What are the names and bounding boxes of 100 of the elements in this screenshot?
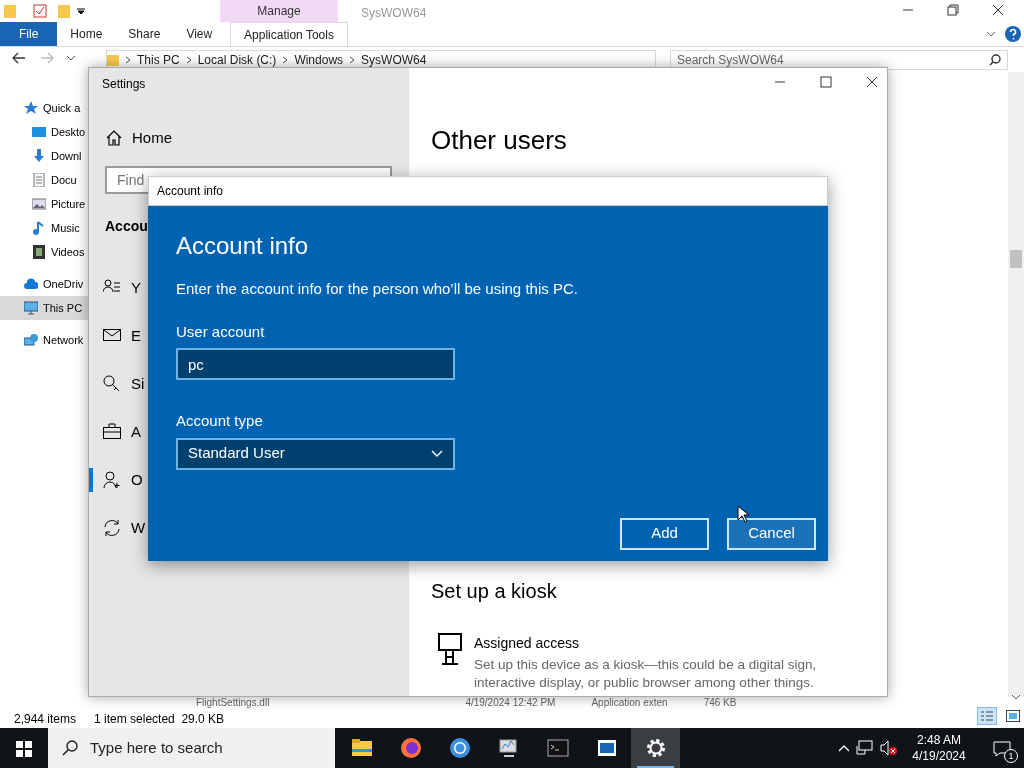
terminal-icon — [546, 737, 569, 759]
add-button[interactable]: Add — [620, 517, 709, 550]
windows-icon — [16, 740, 32, 757]
cloud-icon — [24, 277, 38, 291]
ribbon-tab[interactable]: Share — [115, 22, 174, 46]
file-menu-button[interactable]: File — [0, 22, 58, 46]
settings-nav-item[interactable]: A — [89, 408, 141, 456]
setting-description: Set up this device as a kiosk—this could be a digital sign, interactive display, or public browser among other things. — [474, 656, 818, 692]
chevron-icon — [125, 56, 131, 64]
nav-item[interactable]: Downl — [0, 144, 88, 168]
chevron-down-icon — [431, 449, 443, 458]
network-icon[interactable] — [856, 740, 874, 756]
document-icon — [32, 173, 46, 187]
scroll-down-icon[interactable] — [1012, 694, 1020, 700]
folder-icon — [350, 737, 373, 759]
file-cell: FlightSettings.dll — [196, 697, 270, 708]
nav-item[interactable]: OneDriv — [0, 272, 88, 296]
nav-item[interactable]: Network — [0, 328, 88, 352]
nav-item[interactable]: Music — [0, 216, 88, 240]
folder-icon — [58, 4, 70, 18]
notification-icon — [993, 740, 1011, 757]
chevron-icon — [185, 56, 192, 64]
breadcrumb-item[interactable]: Windows — [294, 51, 344, 69]
window-title: SysWOW64 — [361, 5, 427, 22]
download-icon — [32, 149, 46, 163]
setting-title[interactable]: Assigned access — [474, 633, 839, 654]
firefox-icon — [399, 737, 422, 759]
cancel-button[interactable]: Cancel — [727, 517, 816, 550]
briefcase-icon — [103, 423, 121, 441]
breadcrumb-item[interactable]: This PC — [137, 51, 180, 69]
ribbon-tab[interactable]: Application Tools — [230, 22, 348, 46]
taskbar-search-field[interactable]: Type here to search — [48, 728, 335, 768]
picture-icon — [32, 197, 46, 211]
close-icon[interactable] — [992, 4, 1004, 16]
properties-icon — [33, 4, 47, 18]
performance-monitor-icon — [497, 737, 520, 759]
home-link[interactable]: Home — [89, 120, 172, 156]
scrollbar-thumb[interactable] — [1010, 250, 1022, 268]
recent-locations-icon[interactable] — [67, 55, 75, 61]
notifications-button[interactable]: 1 — [980, 728, 1024, 768]
window-title: Settings — [101, 76, 147, 93]
status-text: 1 item selected 29.0 KB — [94, 711, 225, 728]
chevron-up-icon[interactable] — [838, 744, 850, 752]
nav-item[interactable]: This PC — [0, 296, 88, 320]
status-text: 2,944 items — [14, 711, 77, 728]
desktop-icon — [32, 125, 46, 139]
add-person-icon — [103, 471, 121, 489]
nav-item[interactable]: Videos — [0, 240, 88, 264]
film-icon — [32, 245, 46, 259]
section-heading: Accou — [105, 217, 148, 236]
music-note-icon — [32, 221, 46, 235]
chrome-icon — [448, 737, 471, 759]
settings-nav-item[interactable]: W — [89, 504, 146, 552]
folder-icon — [107, 54, 119, 66]
dialog-title: Account info — [157, 183, 224, 200]
chevron-icon — [349, 56, 356, 64]
file-cell: Application exten — [591, 697, 668, 708]
taskbar-app[interactable] — [631, 728, 680, 768]
home-icon — [106, 130, 122, 146]
settings-nav-item[interactable]: Y — [89, 264, 141, 312]
kiosk-icon — [438, 633, 462, 665]
window-icon — [595, 737, 618, 759]
close-icon[interactable] — [866, 76, 878, 88]
settings-nav-item[interactable]: Si — [89, 360, 145, 408]
cursor-icon — [737, 505, 749, 523]
scrollbar[interactable] — [1008, 72, 1024, 697]
section-heading: Set up a kiosk — [431, 579, 557, 604]
field-label: User account — [176, 321, 266, 342]
star-icon — [24, 101, 38, 115]
user-account-field[interactable]: pc — [176, 348, 455, 380]
search-icon — [62, 740, 78, 756]
expand-ribbon-icon[interactable] — [986, 30, 996, 38]
breadcrumb-item[interactable]: Local Disk (C:) — [197, 51, 277, 69]
field-label: Account type — [176, 411, 264, 431]
notification-count: 1 — [1004, 749, 1018, 763]
large-icons-view-icon[interactable] — [1006, 710, 1020, 722]
restore-icon[interactable] — [947, 4, 959, 16]
settings-icon — [644, 737, 667, 759]
key-icon — [103, 375, 121, 393]
help-icon[interactable] — [1005, 26, 1021, 42]
sync-icon — [103, 519, 121, 537]
nav-item[interactable]: Picture — [0, 192, 88, 216]
account-type-dropdown[interactable]: Standard User — [176, 437, 455, 470]
monitor-icon — [24, 301, 38, 315]
search-icon — [989, 54, 1001, 66]
settings-nav-item[interactable]: E — [89, 312, 141, 360]
dropdown-icon — [77, 7, 85, 15]
file-cell: 746 KB — [703, 697, 737, 708]
settings-nav-item[interactable]: O — [89, 456, 143, 504]
nav-item[interactable]: Quick a — [0, 96, 88, 120]
maximize-icon[interactable] — [820, 76, 832, 88]
folder-icon — [4, 4, 16, 18]
muted-volume-icon[interactable] — [880, 740, 898, 756]
ribbon-tab[interactable]: View — [173, 22, 226, 46]
clock[interactable]: 2:48 AM 4/19/2024 — [904, 732, 974, 764]
ribbon-tab[interactable]: Home — [57, 22, 116, 46]
back-icon[interactable] — [12, 52, 26, 64]
nav-item[interactable]: Docu — [0, 168, 88, 192]
nav-item[interactable]: Deskto — [0, 120, 88, 144]
breadcrumb-item[interactable]: SysWOW64 — [361, 51, 427, 69]
